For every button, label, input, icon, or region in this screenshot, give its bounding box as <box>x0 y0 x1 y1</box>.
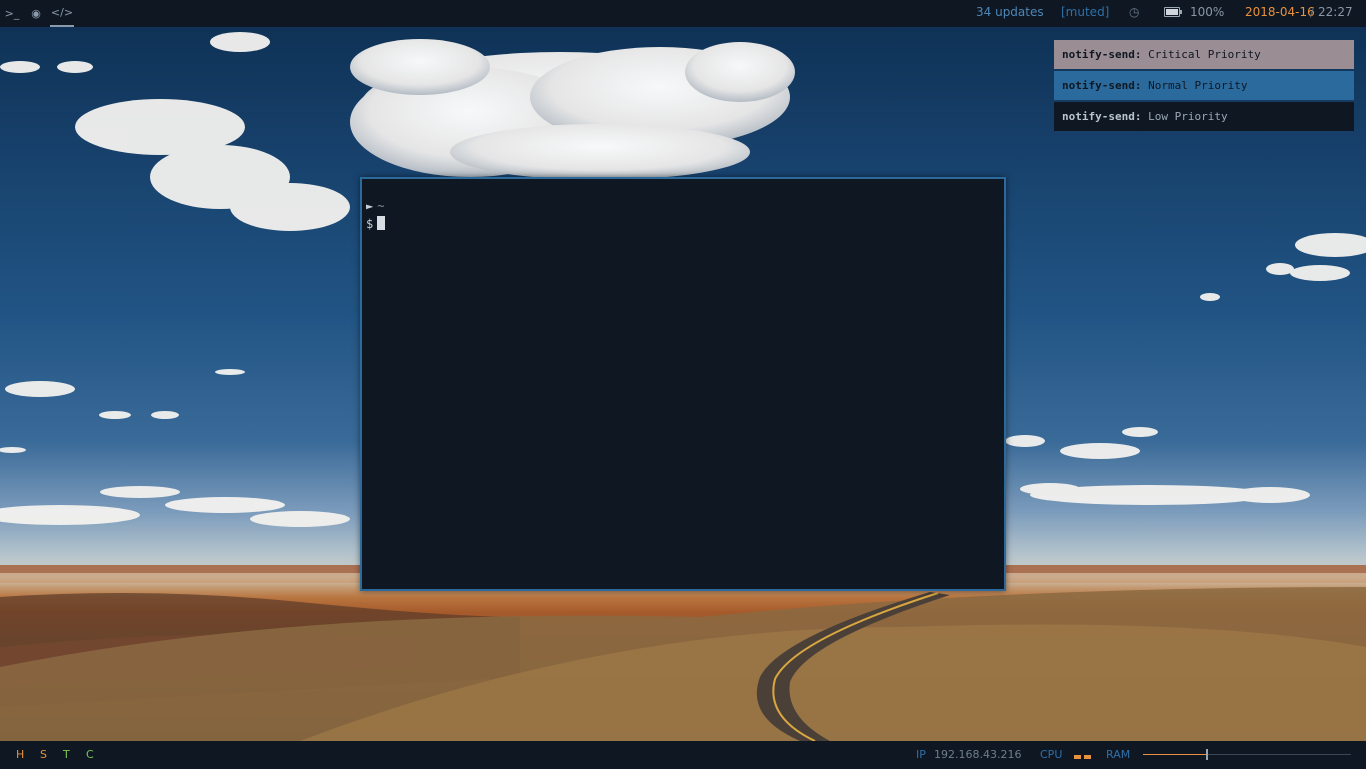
terminal-window[interactable]: ► ~ $ <box>360 177 1006 591</box>
notification-low[interactable]: notify-send: Low Priority <box>1054 102 1354 131</box>
notification-critical[interactable]: notify-send: Critical Priority <box>1054 40 1354 69</box>
ram-usage-fill <box>1143 754 1207 755</box>
cpu-label: CPU <box>1040 748 1063 761</box>
cpu-core-bar <box>1074 755 1081 759</box>
terminal-icon[interactable]: >_ <box>0 0 24 27</box>
bottom-status-bar: H S T C IP 192.168.43.216 CPU RAM <box>0 741 1366 768</box>
notification-text: Low Priority <box>1148 110 1228 123</box>
workspace-s[interactable]: S <box>40 741 47 769</box>
date-separator: / <box>1310 5 1315 19</box>
ram-usage-marker <box>1206 749 1208 760</box>
clock-icon: ◷ <box>1129 5 1140 19</box>
notification-app-name: notify-send: <box>1062 110 1142 123</box>
cpu-core-bar <box>1084 755 1091 759</box>
workspace-t[interactable]: T <box>63 741 70 769</box>
ip-label: IP <box>916 748 926 761</box>
code-icon[interactable]: </> <box>50 0 74 27</box>
notification-app-name: notify-send: <box>1062 79 1142 92</box>
terminal-cwd: ~ <box>377 199 385 213</box>
notification-app-name: notify-send: <box>1062 48 1142 61</box>
workspace-h[interactable]: H <box>16 741 24 769</box>
cpu-usage-graph <box>1074 755 1092 759</box>
workspace-c[interactable]: C <box>86 741 94 769</box>
date-display[interactable]: 2018-04-16 <box>1245 0 1315 27</box>
prompt-arrow-icon: ► <box>366 199 374 213</box>
battery-icon <box>1164 7 1182 17</box>
battery-percentage: 100% <box>1190 5 1225 19</box>
top-status-bar: >_ ◉ </> 34 updates [muted] ◷ 100% 2018-… <box>0 0 1366 27</box>
terminal-prompt-line: ► ~ <box>366 199 384 213</box>
ram-label: RAM <box>1106 748 1131 761</box>
terminal-prompt-symbol: $ <box>366 217 374 231</box>
notification-normal[interactable]: notify-send: Normal Priority <box>1054 71 1354 100</box>
notification-text: Normal Priority <box>1148 79 1248 92</box>
time-display[interactable]: 22:27 <box>1318 0 1353 27</box>
terminal-cursor <box>377 216 386 230</box>
volume-indicator[interactable]: [muted] <box>1061 0 1109 27</box>
ip-address: 192.168.43.216 <box>934 748 1022 761</box>
chrome-icon[interactable]: ◉ <box>24 0 48 27</box>
ram-usage-bar <box>1143 749 1351 760</box>
terminal-input-line[interactable]: $ <box>366 216 386 231</box>
updates-indicator[interactable]: 34 updates <box>976 0 1044 27</box>
notification-text: Critical Priority <box>1148 48 1261 61</box>
